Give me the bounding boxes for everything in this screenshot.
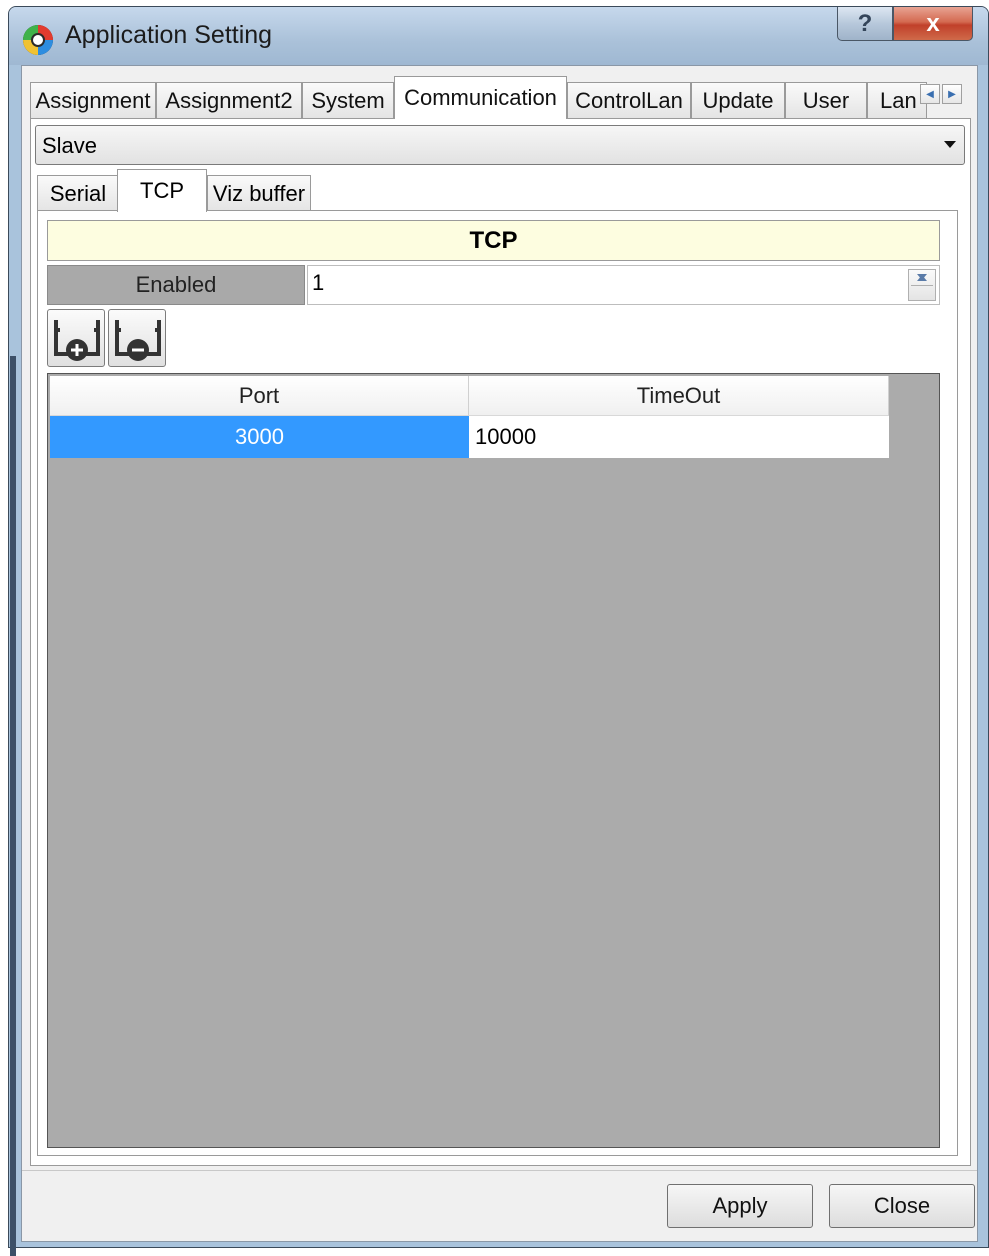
tab-user[interactable]: User (785, 82, 867, 118)
help-button[interactable]: ? (837, 7, 893, 41)
tab-label: Assignment2 (165, 87, 293, 113)
protocol-tab-strip: Serial TCP Viz buffer (37, 169, 437, 212)
tcp-data-grid[interactable]: Port TimeOut 3000 10000 (47, 373, 940, 1148)
tab-label: TCP (140, 178, 184, 203)
column-header-timeout[interactable]: TimeOut (469, 376, 889, 416)
title-bar[interactable]: Application Setting ? x (9, 7, 988, 65)
remove-row-button[interactable] (108, 309, 166, 367)
communication-tab-panel: Slave Serial TCP Viz buffer TCP Enabled … (30, 118, 971, 1166)
tab-controllan[interactable]: ControlLan (567, 82, 691, 118)
tab-system[interactable]: System (302, 82, 394, 118)
tab-label: Viz buffer (212, 180, 306, 206)
dialog-client-area: Assignment Assignment2 System Communicat… (10, 65, 978, 1256)
add-row-button[interactable] (47, 309, 105, 367)
arrow-right-icon: ▶ (948, 88, 956, 100)
tab-serial[interactable]: Serial (37, 175, 119, 211)
window-frame-accent (10, 356, 16, 1256)
tab-label: Lan (880, 87, 917, 113)
application-setting-window: Application Setting ? x Assignment Assig… (8, 6, 989, 1256)
mode-combobox[interactable]: Slave (35, 125, 965, 165)
grid-cell-timeout[interactable]: 10000 (469, 416, 889, 458)
column-header-port[interactable]: Port (50, 376, 469, 416)
tcp-tab-panel: TCP Enabled 1 Port TimeOut 3000 10000 (37, 210, 958, 1156)
tab-label: User (802, 87, 850, 113)
tab-label: Communication (404, 85, 557, 110)
enabled-numeric-field[interactable]: 1 (307, 265, 940, 305)
arrow-left-icon: ◀ (926, 88, 934, 100)
tab-assignment2[interactable]: Assignment2 (156, 82, 302, 118)
tab-lan[interactable]: Lan (867, 82, 927, 118)
add-row-icon (54, 320, 100, 361)
tab-label: System (311, 87, 385, 113)
tab-assignment[interactable]: Assignment (30, 82, 156, 118)
enabled-value: 1 (312, 270, 325, 295)
tab-update[interactable]: Update (691, 82, 785, 118)
tab-communication[interactable]: Communication (394, 76, 567, 119)
tab-scroll-left-button[interactable]: ◀ (920, 84, 940, 104)
apply-button[interactable]: Apply (667, 1184, 813, 1228)
grid-cell-port[interactable]: 3000 (50, 416, 469, 458)
chevron-down-icon (944, 141, 956, 148)
tab-viz-buffer[interactable]: Viz buffer (207, 175, 311, 211)
mode-combobox-value: Slave (42, 133, 98, 158)
tab-label: Assignment (35, 87, 151, 113)
footer-divider (22, 1170, 977, 1171)
spin-down-icon[interactable] (917, 274, 927, 280)
window-title: Application Setting (65, 21, 273, 49)
close-button[interactable]: Close (829, 1184, 975, 1228)
tab-label: Serial (49, 180, 107, 206)
tab-scroll-right-button[interactable]: ▶ (942, 84, 962, 104)
help-icon: ? (857, 9, 873, 37)
window-close-button[interactable]: x (893, 7, 973, 41)
enabled-label: Enabled (47, 265, 305, 305)
remove-row-icon (115, 320, 161, 361)
main-tab-strip: Assignment Assignment2 System Communicat… (30, 76, 975, 119)
enabled-spinner[interactable] (908, 269, 936, 301)
colorful-ring-icon (23, 25, 53, 55)
spinner-divider (911, 285, 933, 286)
tab-tcp[interactable]: TCP (117, 169, 207, 212)
section-header: TCP (47, 220, 940, 261)
close-icon: x (926, 9, 940, 37)
tab-label: ControlLan (575, 87, 683, 113)
tab-label: Update (702, 87, 774, 113)
